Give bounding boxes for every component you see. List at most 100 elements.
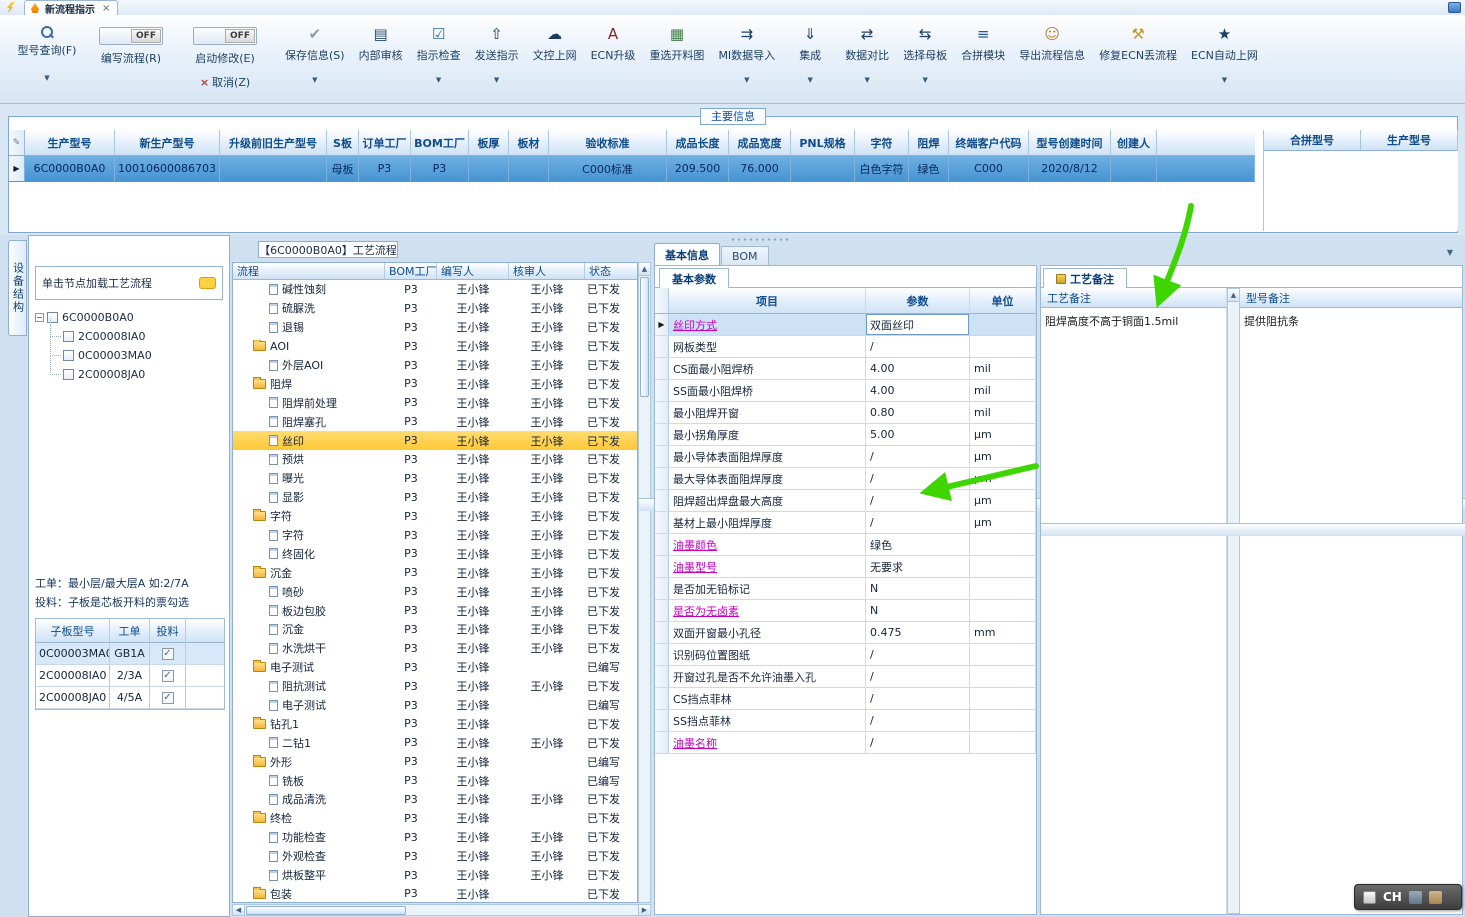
feed-checkbox[interactable]: ✓ <box>161 669 174 682</box>
param-name-cell[interactable]: 最小阻焊开窗 <box>669 402 866 423</box>
flow-step-row[interactable]: 终检 P3 王小锋 已下发 <box>233 809 637 828</box>
param-name-cell[interactable]: 基材上最小阻焊厚度 <box>669 512 866 533</box>
grid-cell[interactable]: C000标准 <box>549 156 667 182</box>
expander-icon[interactable]: − <box>35 313 44 322</box>
menu-icon[interactable] <box>1428 890 1442 904</box>
toolbar-button-mi-data-import[interactable]: ⇉ MI数据导入 ▼ <box>711 25 782 84</box>
column-header[interactable]: 订单工厂 <box>359 130 411 156</box>
toolbar-button-doc-control-upload[interactable]: ☁ 文控上网 <box>526 25 584 84</box>
param-name-cell[interactable]: 是否加无铅标记 <box>669 578 866 599</box>
column-header[interactable]: 升级前旧生产型号 <box>220 130 327 156</box>
param-row[interactable]: SS面最小阻焊桥 4.00 mil <box>655 380 1036 402</box>
column-header[interactable]: 参数 <box>866 288 970 313</box>
flow-horizontal-scrollbar[interactable]: ◀ ▶ <box>232 904 651 916</box>
flow-step-row[interactable]: 退锡 P3 王小锋 王小锋 已下发 <box>233 318 637 337</box>
param-name-cell[interactable]: SS挡点菲林 <box>669 710 866 731</box>
subboard-model-cell[interactable]: 2C00008JA0 <box>36 687 110 709</box>
flow-step-row[interactable]: 功能检查 P3 王小锋 王小锋 已下发 <box>233 828 637 847</box>
grid-cell[interactable]: 209.500 <box>667 156 729 182</box>
model-remark-cell[interactable]: 提供阻抗条 <box>1240 308 1462 914</box>
window-icon[interactable] <box>1448 2 1461 13</box>
dropdown-arrow-icon[interactable]: ▼ <box>1222 76 1227 84</box>
param-value-cell[interactable]: 4.00 <box>866 380 970 401</box>
param-value-cell[interactable]: 双面丝印 <box>866 314 970 335</box>
toolbar-button-merge-module[interactable]: ≡ 合拼模块 <box>954 25 1012 84</box>
flow-step-row[interactable]: 成品清洗 P3 王小锋 王小锋 已下发 <box>233 790 637 809</box>
column-header[interactable]: BOM工厂 <box>385 263 437 279</box>
close-tab-icon[interactable]: × <box>102 3 110 14</box>
toolbar-button-export-flow-info[interactable]: ☺ 导出流程信息 <box>1012 25 1092 84</box>
flow-step-row[interactable]: 终固化 P3 王小锋 王小锋 已下发 <box>233 544 637 563</box>
column-header[interactable]: 成品宽度 <box>729 130 791 156</box>
subboard-feed-cell[interactable]: ✓ <box>150 643 186 665</box>
param-value-cell[interactable]: 0.80 <box>866 402 970 423</box>
subboard-feed-cell[interactable]: ✓ <box>150 687 186 709</box>
scroll-down-icon[interactable]: ▼ <box>1041 523 1465 536</box>
flow-step-row[interactable]: 阻抗测试 P3 王小锋 王小锋 已下发 <box>233 677 637 696</box>
param-row[interactable]: SS挡点菲林 / <box>655 710 1036 732</box>
flow-step-row[interactable]: 电子测试 P3 王小锋 已编写 <box>233 658 637 677</box>
scroll-thumb[interactable] <box>640 277 649 397</box>
dropdown-arrow-icon[interactable]: ▼ <box>494 76 499 84</box>
column-header[interactable]: 状态 <box>585 263 637 279</box>
column-header[interactable]: 工单 <box>110 619 150 643</box>
tab-basic-params[interactable]: 基本参数 <box>659 268 729 288</box>
param-value-cell[interactable]: 0.475 <box>866 622 970 643</box>
param-name-cell[interactable]: 识别码位置图纸 <box>669 644 866 665</box>
param-name-cell[interactable]: 网板类型 <box>669 336 866 357</box>
subboard-row[interactable]: 2C00008IA0 2/3A ✓ <box>36 665 224 687</box>
scroll-right-icon[interactable]: ▶ <box>638 905 650 915</box>
toolbar-button-ecn-upgrade[interactable]: A ECN升级 <box>584 25 643 84</box>
flow-step-row[interactable]: 板边包胶 P3 王小锋 王小锋 已下发 <box>233 601 637 620</box>
param-row[interactable]: 是否为无卤素 N <box>655 600 1036 622</box>
scroll-thumb[interactable] <box>246 905 406 915</box>
param-value-cell[interactable]: / <box>866 732 970 753</box>
param-value-cell[interactable]: / <box>866 688 970 709</box>
flow-step-row[interactable]: 烘板整平 P3 王小锋 王小锋 已下发 <box>233 866 637 885</box>
device-structure-tab[interactable]: 设备结构 <box>8 240 27 336</box>
toolbar-button-integrate[interactable]: ⇓ 集成 ▼ <box>782 25 838 84</box>
param-name-cell[interactable]: CS挡点菲林 <box>669 688 866 709</box>
param-value-cell[interactable]: 5.00 <box>866 424 970 445</box>
toolbar-button-data-compare[interactable]: ⇄ 数据对比 ▼ <box>838 25 896 84</box>
column-header[interactable]: 板材 <box>509 130 549 156</box>
grid-cell[interactable] <box>1111 156 1157 182</box>
flow-step-row[interactable]: 外层AOI P3 王小锋 王小锋 已下发 <box>233 356 637 375</box>
grid-cell[interactable]: P3 <box>359 156 411 182</box>
toolbar-button-send-instruction[interactable]: ⇧ 发送指示 ▼ <box>468 25 526 84</box>
param-row[interactable]: 是否加无铅标记 N <box>655 578 1036 600</box>
param-row[interactable]: CS挡点菲林 / <box>655 688 1036 710</box>
param-row[interactable]: 油墨名称 / <box>655 732 1036 754</box>
toolbar-button-reselect-cut-diagram[interactable]: ▦ 重选开料图 <box>642 25 711 84</box>
subboard-feed-cell[interactable]: ✓ <box>150 665 186 687</box>
dropdown-arrow-icon[interactable]: ▼ <box>864 76 869 84</box>
grid-cell[interactable]: 76.000 <box>729 156 791 182</box>
start-modify-toggle[interactable]: OFF <box>193 27 257 45</box>
grid-cell[interactable] <box>509 156 549 182</box>
subboard-model-cell[interactable]: 2C00008IA0 <box>36 665 110 687</box>
tab-new-flow-instruction[interactable]: 新流程指示 × <box>24 0 119 16</box>
param-name-cell[interactable]: SS面最小阻焊桥 <box>669 380 866 401</box>
flow-step-row[interactable]: 电子测试 P3 王小锋 已编写 <box>233 696 637 715</box>
flow-step-row[interactable]: 外观检查 P3 王小锋 王小锋 已下发 <box>233 847 637 866</box>
dropdown-arrow-icon[interactable]: ▼ <box>807 76 812 84</box>
dropdown-arrow-icon[interactable]: ▼ <box>744 76 749 84</box>
param-row[interactable]: 最小阻焊开窗 0.80 mil <box>655 402 1036 424</box>
column-header[interactable]: 型号创建时间 <box>1029 130 1111 156</box>
param-name-cell[interactable]: 油墨型号 <box>669 556 866 577</box>
flow-step-row[interactable]: 沉金 P3 王小锋 王小锋 已下发 <box>233 620 637 639</box>
param-name-cell[interactable]: 丝印方式 <box>669 314 866 335</box>
flow-step-row[interactable]: 碱性蚀刻 P3 王小锋 王小锋 已下发 <box>233 280 637 299</box>
param-name-cell[interactable]: 阻焊超出焊盘最大高度 <box>669 490 866 511</box>
param-value-cell[interactable]: / <box>866 336 970 357</box>
column-header[interactable]: 阻焊 <box>909 130 949 156</box>
param-row[interactable]: 油墨型号 无要求 <box>655 556 1036 578</box>
tab-bom[interactable]: BOM <box>721 246 769 265</box>
param-value-cell[interactable]: / <box>866 512 970 533</box>
flow-step-row[interactable]: 字符 P3 王小锋 王小锋 已下发 <box>233 526 637 545</box>
param-value-cell[interactable]: N <box>866 578 970 599</box>
grid-cell[interactable]: 绿色 <box>909 156 949 182</box>
flow-step-row[interactable]: 铣板 P3 王小锋 已编写 <box>233 771 637 790</box>
param-row[interactable]: 最小拐角厚度 5.00 μm <box>655 424 1036 446</box>
flow-step-row[interactable]: 阻焊塞孔 P3 王小锋 王小锋 已下发 <box>233 412 637 431</box>
